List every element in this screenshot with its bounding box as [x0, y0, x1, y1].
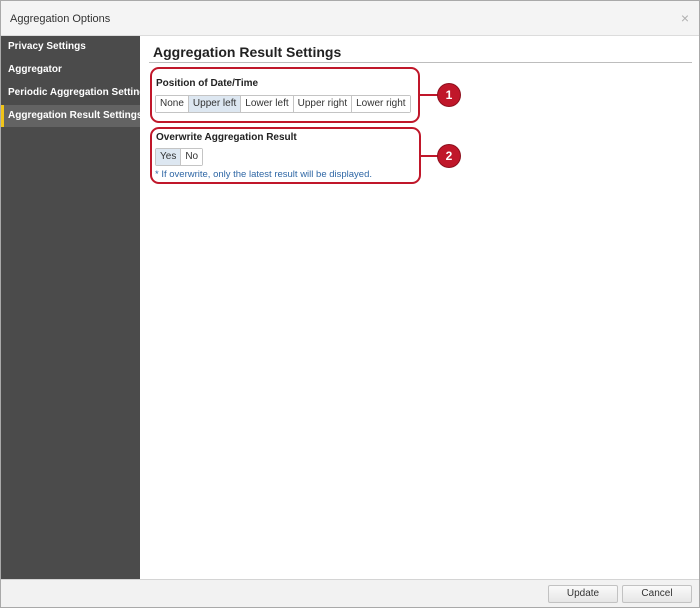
overwrite-note: * If overwrite, only the latest result w… [155, 169, 373, 180]
position-option-lower-right[interactable]: Lower right [352, 96, 410, 112]
overwrite-result-label: Overwrite Aggregation Result [156, 132, 297, 143]
overwrite-option-no[interactable]: No [181, 149, 203, 165]
dialog-title: Aggregation Options [10, 13, 111, 25]
position-date-time-selector: None Upper left Lower left Upper right L… [155, 95, 411, 113]
callout-badge-2: 2 [438, 145, 460, 167]
sidebar: Privacy Settings Aggregator Periodic Agg… [1, 36, 151, 579]
sidebar-item-aggregation-result-settings[interactable]: Aggregation Result Settings [1, 105, 142, 127]
close-icon[interactable]: × [678, 11, 692, 25]
cancel-button[interactable]: Cancel [622, 585, 692, 603]
main-panel: Aggregation Result Settings 1 Position o… [141, 36, 699, 579]
sidebar-item-privacy-settings[interactable]: Privacy Settings [1, 36, 140, 58]
position-option-none[interactable]: None [156, 96, 189, 112]
title-divider [149, 62, 692, 63]
callout-badge-1: 1 [438, 84, 460, 106]
overwrite-option-yes[interactable]: Yes [156, 149, 182, 165]
sidebar-item-periodic-aggregation-settings[interactable]: Periodic Aggregation Settings [1, 82, 151, 104]
dialog-footer: Update Cancel [1, 579, 699, 607]
page-title: Aggregation Result Settings [153, 44, 342, 60]
update-button[interactable]: Update [548, 585, 618, 603]
overwrite-result-selector: Yes No [155, 148, 204, 166]
title-bar: Aggregation Options × [1, 1, 699, 36]
sidebar-item-aggregator[interactable]: Aggregator [1, 59, 140, 81]
position-option-upper-left[interactable]: Upper left [188, 96, 242, 112]
position-option-lower-left[interactable]: Lower left [241, 96, 294, 112]
position-date-time-label: Position of Date/Time [156, 78, 259, 89]
dialog-window: Aggregation Options × Privacy Settings A… [0, 0, 700, 608]
position-option-upper-right[interactable]: Upper right [293, 96, 353, 112]
